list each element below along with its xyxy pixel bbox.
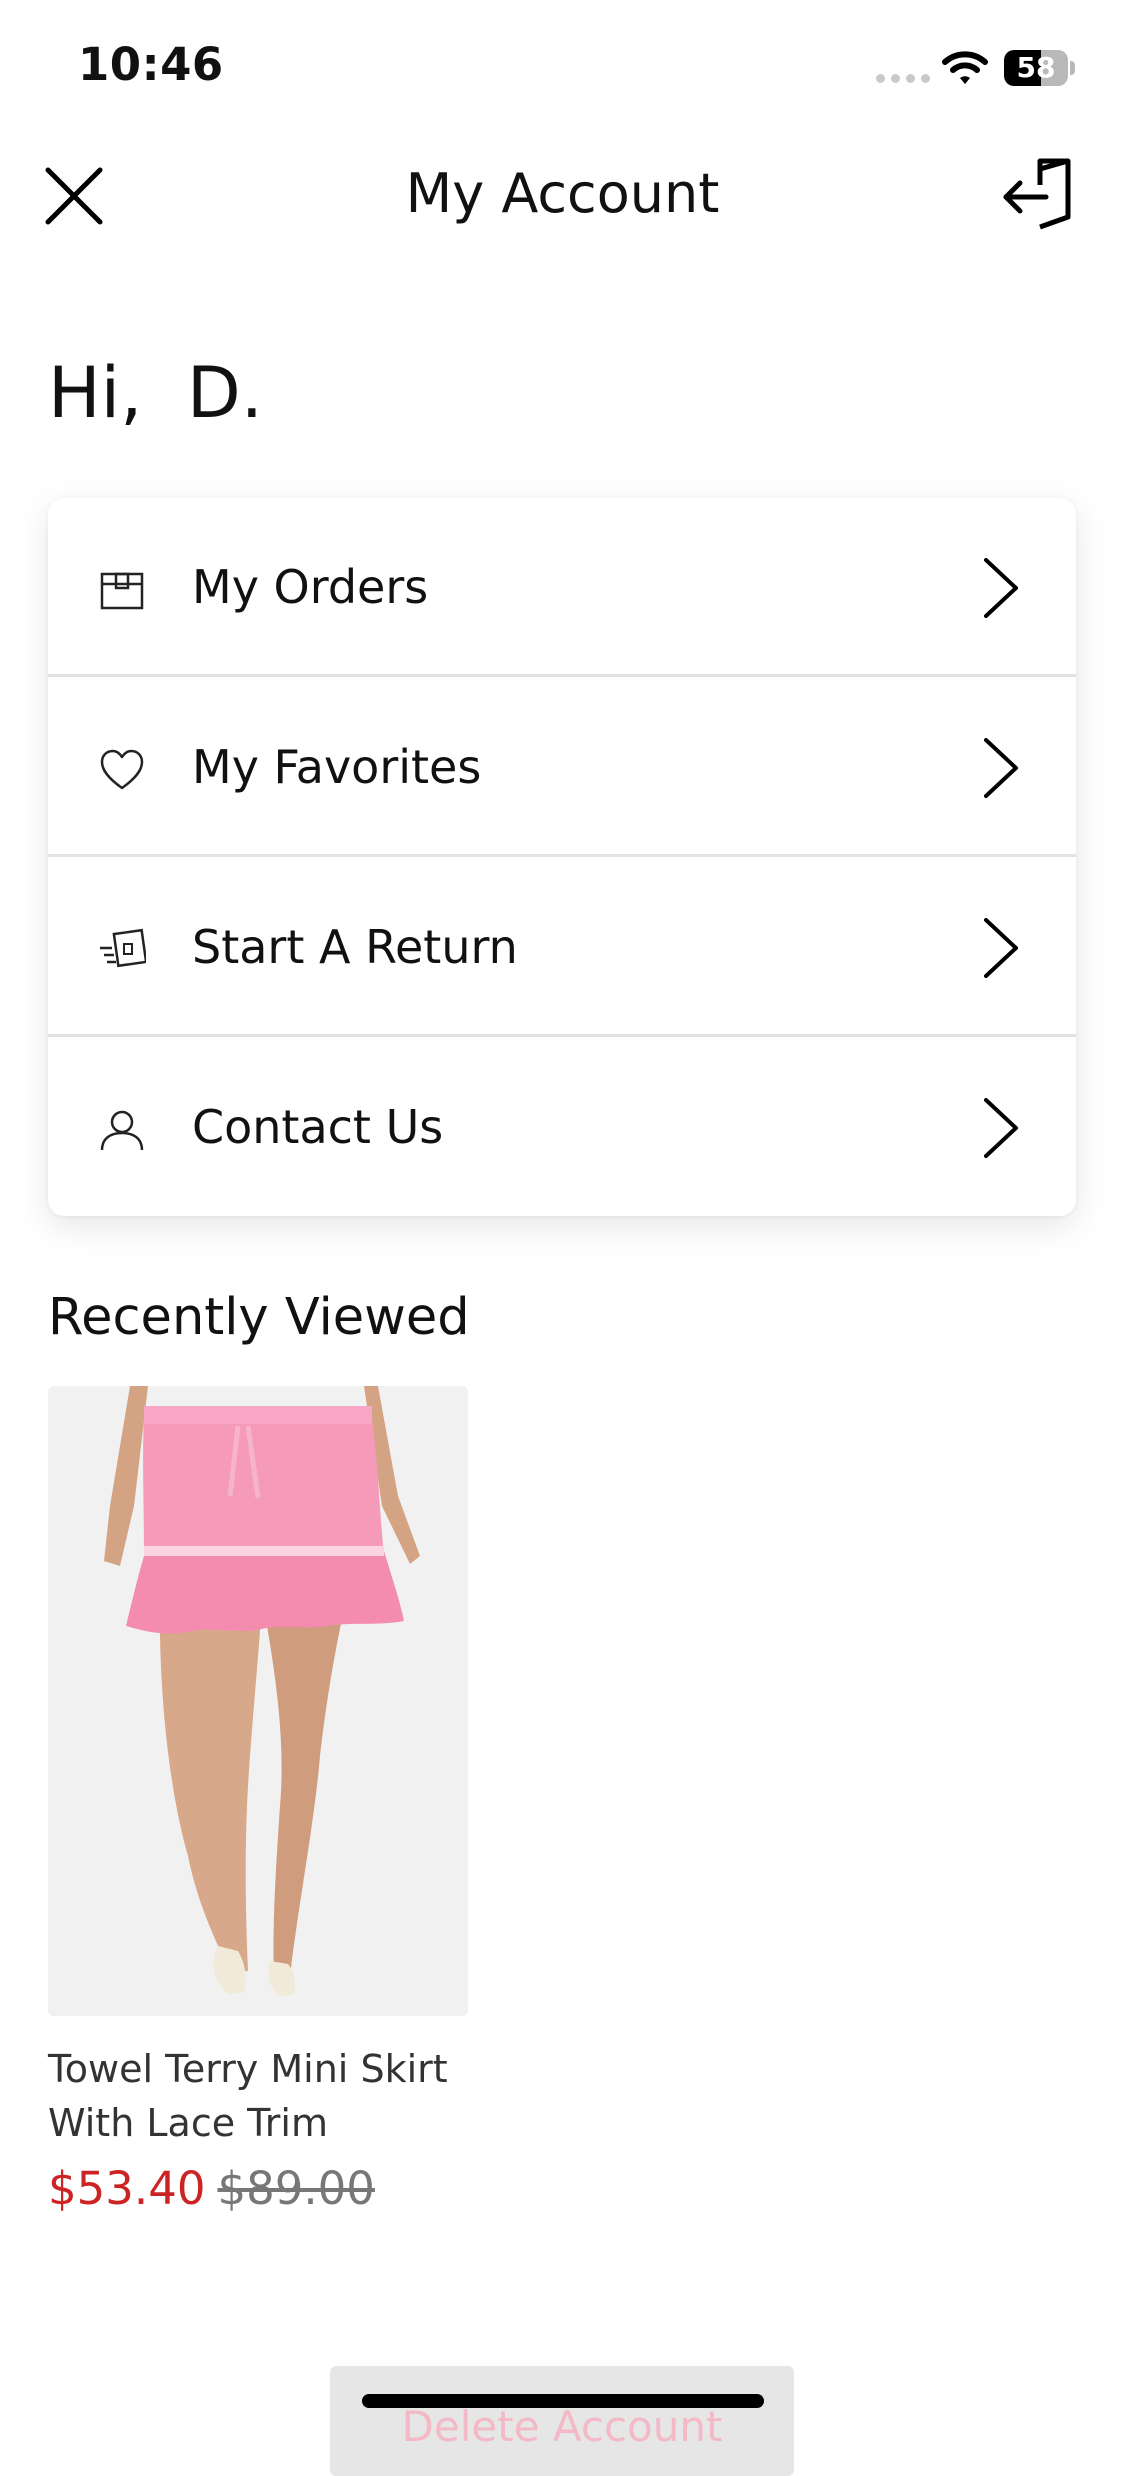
battery-level: 58 [1016, 51, 1056, 84]
menu-item-my-orders[interactable]: My Orders [48, 498, 1076, 678]
menu-divider [48, 1034, 1076, 1037]
skirt-photo [48, 1386, 468, 2016]
battery-tip [1070, 61, 1075, 75]
product-price: $53.40 $89.00 [48, 2162, 375, 2215]
return-box-icon [100, 928, 146, 968]
package-icon [100, 572, 144, 610]
user-icon [100, 1110, 144, 1151]
original-price: $89.00 [217, 2162, 375, 2215]
wifi-icon [942, 51, 988, 84]
chevron-right-icon [984, 558, 1018, 618]
delete-account-button[interactable]: Delete Account [330, 2366, 794, 2476]
delete-account-label: Delete Account [401, 2402, 723, 2451]
greeting: Hi, D. [48, 352, 263, 434]
menu-item-label: My Favorites [192, 740, 482, 794]
home-indicator [362, 2394, 764, 2408]
menu-item-label: Contact Us [192, 1100, 444, 1154]
chevron-right-icon [984, 738, 1018, 798]
menu-item-start-return[interactable]: Start A Return [48, 858, 1076, 1038]
heart-icon [100, 749, 144, 790]
cellular-signal-icon [876, 74, 930, 84]
battery-icon: 58 [1004, 50, 1068, 86]
chevron-right-icon [984, 918, 1018, 978]
menu-item-label: Start A Return [192, 920, 518, 974]
product-name[interactable]: Towel Terry Mini Skirt With Lace Trim [48, 2042, 488, 2150]
account-menu: My Orders My Favorites Start A Return Co… [48, 498, 1076, 1216]
product-image[interactable] [48, 1386, 468, 2016]
menu-divider [48, 854, 1076, 857]
status-time: 10:46 [78, 38, 224, 91]
menu-item-label: My Orders [192, 560, 429, 614]
menu-item-my-favorites[interactable]: My Favorites [48, 678, 1076, 858]
menu-item-contact-us[interactable]: Contact Us [48, 1038, 1076, 1218]
menu-divider [48, 674, 1076, 677]
chevron-right-icon [984, 1098, 1018, 1158]
logout-icon[interactable] [1000, 155, 1080, 235]
sale-price: $53.40 [48, 2162, 206, 2215]
page-title: My Account [405, 162, 720, 225]
recently-viewed-title: Recently Viewed [48, 1288, 470, 1347]
